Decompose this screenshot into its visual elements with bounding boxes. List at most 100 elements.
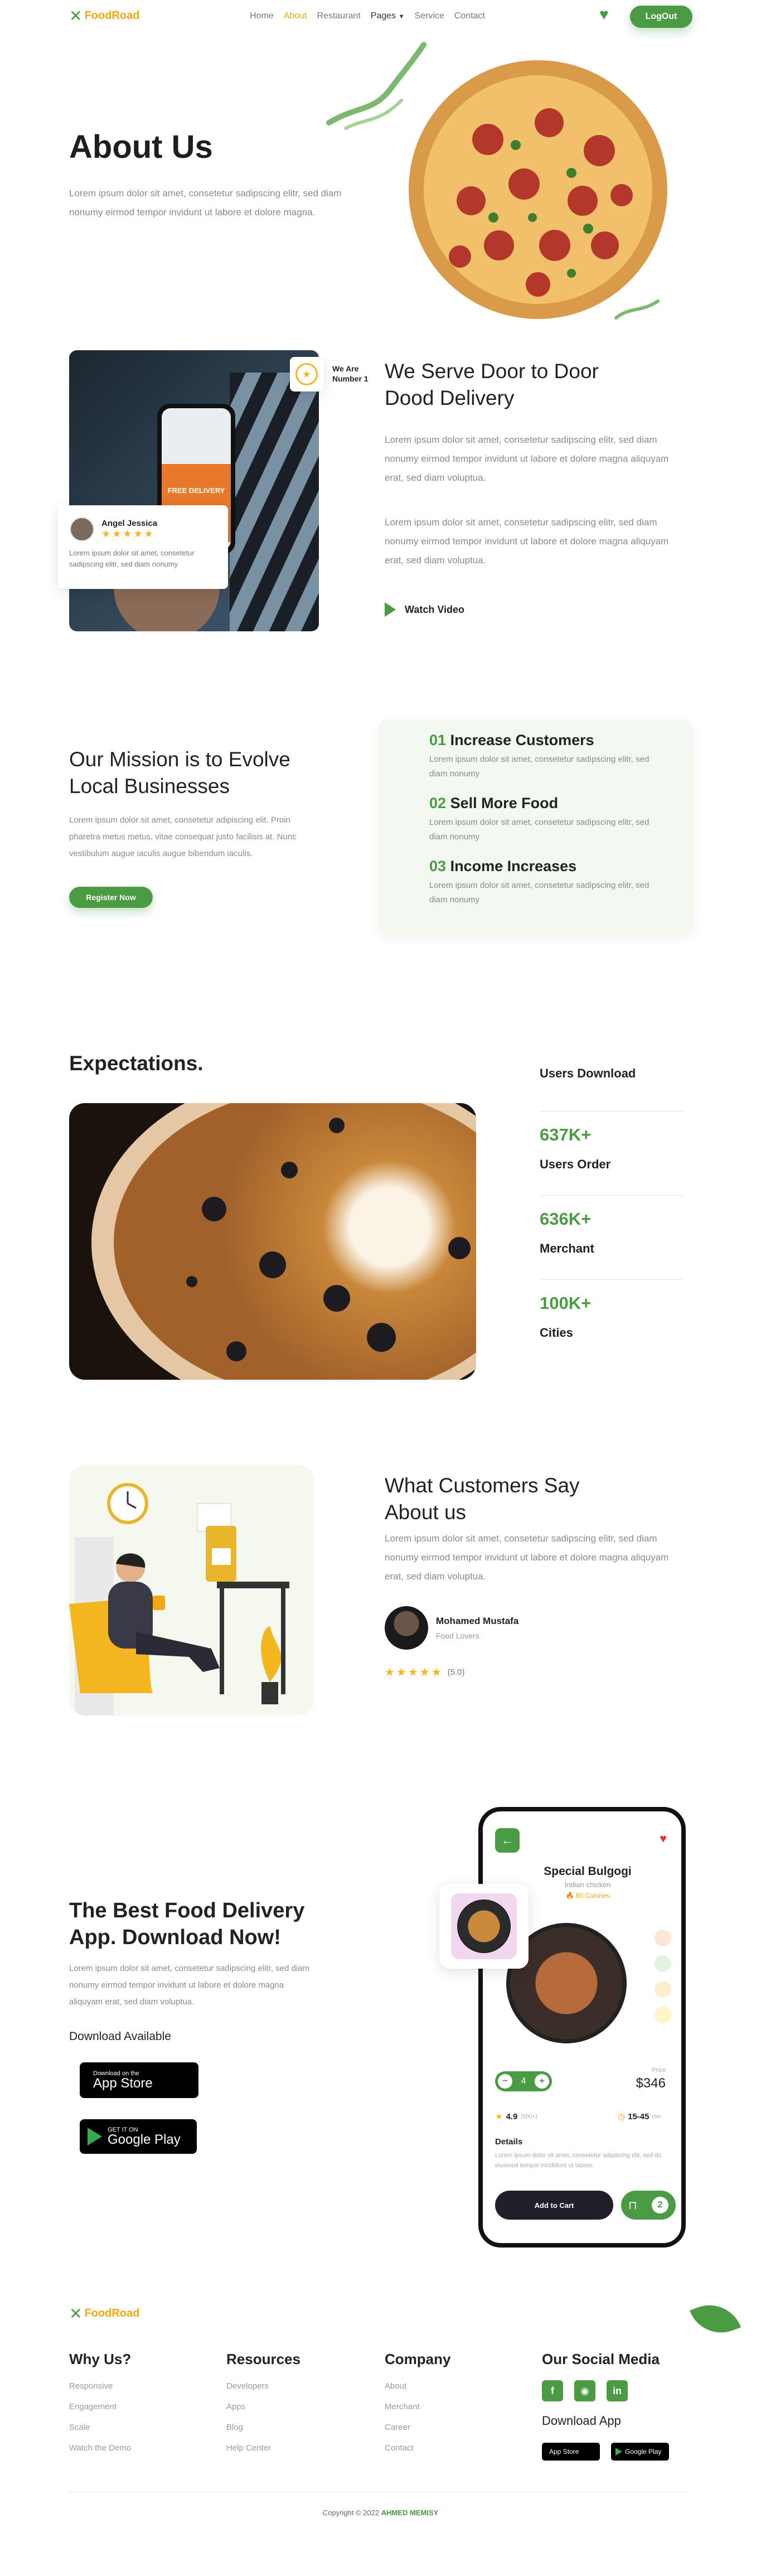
logout-button[interactable]: LogOut	[630, 6, 692, 28]
delivery-image: FREE DELIVERY	[69, 350, 319, 631]
nav-pages-label: Pages	[370, 11, 396, 21]
add-to-cart-label: Add to Cart	[534, 2201, 574, 2210]
footer-logo[interactable]: ✕ FoodRoad	[69, 2304, 139, 2323]
github-icon[interactable]: ◉	[574, 2380, 595, 2401]
award-icon: ★	[295, 363, 318, 385]
cart-button[interactable]: ⊓ 2	[621, 2191, 676, 2220]
register-now-button[interactable]: Register Now	[69, 887, 153, 908]
footer-gplay-label: Google Play	[625, 2448, 662, 2456]
brand-name: FoodRoad	[84, 9, 140, 22]
avatar	[385, 1606, 428, 1650]
nav-contact[interactable]: Contact	[454, 11, 485, 21]
nav-about[interactable]: About	[284, 11, 307, 21]
main-nav: Home About Restaurant Pages ▼ Service Co…	[250, 11, 485, 21]
phone-back-button[interactable]: ←	[495, 1828, 520, 1853]
customer-profile: Mohamed Mustafa Food Lovers	[385, 1606, 518, 1650]
brand-logo[interactable]: ✕ FoodRoad	[69, 7, 139, 25]
floating-dish-card	[439, 1884, 529, 1969]
google-play-icon	[615, 2448, 622, 2456]
nav-service[interactable]: Service	[414, 11, 444, 21]
watch-video-label: Watch Video	[405, 603, 465, 615]
phone-rating: 4.9	[506, 2111, 518, 2121]
ingredient-chip[interactable]	[655, 1955, 671, 1972]
qty-stepper[interactable]: − 4 +	[495, 2071, 552, 2091]
copyright-author[interactable]: AHMED MEMISY	[381, 2509, 439, 2517]
download-available-label: Download Available	[69, 2030, 171, 2043]
phone-heart-icon[interactable]: ♥	[660, 1831, 667, 1846]
star-icon: ★	[495, 2112, 503, 2121]
footer-google-play-button[interactable]: Google Play	[611, 2443, 669, 2461]
footer-link[interactable]: Responsive	[69, 2381, 131, 2391]
mission-item-num: 03	[429, 858, 447, 874]
hero-text: Lorem ipsum dolor sit amet, consetetur s…	[69, 188, 342, 218]
hero-title: About Us	[69, 129, 213, 165]
avatar	[69, 516, 95, 542]
footer-link[interactable]: Career	[385, 2423, 450, 2432]
testimonial-text: Lorem ipsum dolor sit amet, consetetur s…	[385, 1533, 669, 1582]
footer-link[interactable]: Watch the Demo	[69, 2443, 131, 2453]
facebook-icon[interactable]: f	[542, 2380, 563, 2401]
footer-link[interactable]: Merchant	[385, 2402, 450, 2411]
dish-calories: 60 Calories	[575, 1892, 610, 1900]
footer-link[interactable]: Blog	[226, 2423, 300, 2432]
phone-time: 15-45	[628, 2111, 649, 2121]
mission-item: 02 Sell More Food Lorem ipsum dolor sit …	[429, 795, 663, 844]
nav-home[interactable]: Home	[250, 11, 274, 21]
footer-app-store-button[interactable]: App Store	[542, 2443, 600, 2461]
mission-title: Our Mission is to Evolve Local Businesse…	[69, 748, 290, 798]
mission-item-text: Lorem ipsum dolor sit amet, consetetur s…	[429, 818, 649, 842]
heart-icon[interactable]: ♥	[599, 6, 609, 23]
footer-link[interactable]: Engagement	[69, 2402, 131, 2411]
footer-col-why: Why Us? Responsive Engagement Scale Watc…	[69, 2351, 131, 2453]
logo-icon: ✕	[69, 7, 83, 25]
fire-icon: 🔥	[565, 1892, 574, 1900]
pizza-image	[409, 60, 667, 319]
mission-item-text: Lorem ipsum dolor sit amet, consetetur s…	[429, 755, 649, 779]
linkedin-icon[interactable]: in	[607, 2380, 628, 2401]
stat-label: Users Download	[540, 1066, 636, 1080]
footer-link[interactable]: Developers	[226, 2381, 300, 2391]
arrow-left-icon: ←	[501, 1833, 513, 1847]
app-store-button[interactable]: Download on the App Store	[80, 2062, 198, 2098]
customer-role: Food Lovers	[436, 1631, 479, 1640]
customer-illustration	[69, 1465, 314, 1715]
plus-icon[interactable]: +	[535, 2074, 549, 2089]
stat-label: Cities	[540, 1326, 573, 1340]
stripes	[230, 373, 319, 631]
details-text: Lorem ipsum dolor sit amet, consetetur a…	[495, 2152, 662, 2169]
phone-time-unit: min	[652, 2113, 661, 2120]
phone-mockup: ← ♥ Special Bulgogi Indian chicken 🔥 60 …	[478, 1807, 686, 2248]
stats-list: Users Download 637K+ Users Order 636K+ M…	[540, 1037, 684, 1364]
footer-link[interactable]: Scale	[69, 2423, 131, 2432]
star-rating-icon: ★★★★★	[385, 1666, 443, 1679]
mission-item-title: Sell More Food	[450, 795, 559, 811]
stat-number: 100K+	[540, 1293, 592, 1313]
dish-name: Special Bulgogi	[544, 1865, 632, 1878]
app-text: Lorem ipsum dolor sit amet, consetetur s…	[69, 1964, 310, 2007]
nav-pages[interactable]: Pages ▼	[371, 11, 405, 21]
footer-link[interactable]: Help Center	[226, 2443, 300, 2453]
add-to-cart-button[interactable]: Add to Cart	[495, 2191, 613, 2220]
ingredient-chip[interactable]	[655, 2007, 671, 2023]
footer-col-resources: Resources Developers Apps Blog Help Cent…	[226, 2351, 300, 2453]
footer-link[interactable]: About	[385, 2381, 450, 2391]
price-value: $346	[636, 2076, 666, 2091]
stat-number: 637K+	[540, 1125, 592, 1144]
review-card: Angel Jessica ★★★★★ Lorem ipsum dolor si…	[58, 505, 228, 589]
minus-icon[interactable]: −	[498, 2074, 512, 2089]
qty-value: 4	[521, 2076, 526, 2086]
footer-link[interactable]: Contact	[385, 2443, 450, 2453]
footer-link[interactable]: Apps	[226, 2402, 300, 2411]
noodle-dish-image	[451, 1893, 517, 1959]
gplay-big: Google Play	[108, 2132, 181, 2147]
caret-down-icon: ▼	[398, 13, 405, 20]
play-icon	[385, 602, 396, 617]
google-play-button[interactable]: GET IT ON Google Play	[80, 2119, 197, 2154]
watch-video-button[interactable]: Watch Video	[385, 602, 464, 617]
ingredient-chip[interactable]	[655, 1981, 671, 1998]
footer-col-title: Why Us?	[69, 2351, 132, 2367]
ingredient-chip[interactable]	[655, 1930, 671, 1946]
customer-name: Mohamed Mustafa	[436, 1616, 519, 1626]
price-label: Price	[651, 2067, 666, 2074]
nav-restaurant[interactable]: Restaurant	[317, 11, 361, 21]
